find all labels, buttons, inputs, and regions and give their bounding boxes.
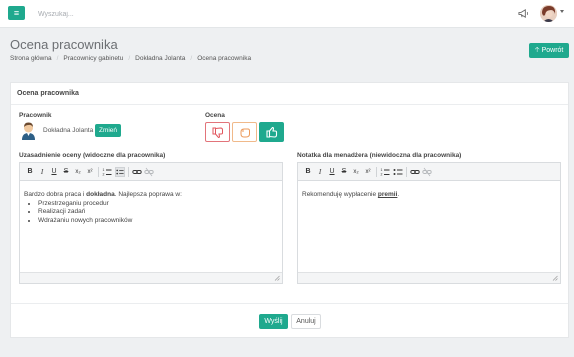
search-input[interactable]: [38, 9, 198, 19]
bullet-list-icon: [116, 169, 124, 175]
editor-toolbar: B I U S x₂ x² 12: [20, 163, 282, 181]
strikethrough-button[interactable]: S: [61, 167, 71, 177]
text-segment: Bardzo dobra praca i: [24, 191, 87, 198]
svg-text:2: 2: [103, 173, 105, 177]
link-button[interactable]: [410, 167, 420, 177]
italic-button[interactable]: I: [37, 167, 47, 177]
bullet-list-button[interactable]: [115, 167, 125, 177]
link-icon: [410, 170, 420, 174]
unlink-button[interactable]: [422, 167, 432, 177]
editor-statusbar: [20, 272, 282, 283]
rating-neutral-button[interactable]: [232, 122, 257, 142]
editor-toolbar: B I U S x₂ x² 12: [298, 163, 560, 181]
svg-text:2: 2: [381, 173, 383, 177]
megaphone-icon[interactable]: [518, 8, 529, 19]
bold-button[interactable]: B: [303, 167, 313, 177]
manager-note-label: Notatka dla menadżera (niewidoczna dla p…: [297, 152, 462, 159]
submit-button[interactable]: Wyślij: [259, 314, 288, 329]
employee-name: Dokładna Jolanta: [43, 127, 94, 134]
superscript-button[interactable]: x²: [363, 167, 373, 177]
breadcrumb: Strona główna / Pracownicy gabinetu / Dokład…: [10, 55, 252, 62]
superscript-button[interactable]: x²: [85, 167, 95, 177]
breadcrumb-home[interactable]: Strona główna: [10, 55, 52, 62]
list-item: Realizacji zadań: [38, 208, 278, 217]
toolbar-separator: [376, 167, 377, 177]
thumbs-up-icon: [266, 127, 278, 138]
manager-note-text[interactable]: Rekomenduję wypłacenie premii.: [302, 191, 556, 200]
card-title: Ocena pracownika: [17, 90, 79, 97]
breadcrumb-current: Ocena pracownika: [197, 55, 252, 62]
italic-button[interactable]: I: [315, 167, 325, 177]
unlink-icon: [422, 167, 432, 177]
text-segment: Rekomenduję wypłacenie: [302, 191, 378, 198]
unlink-icon: [144, 167, 154, 177]
toolbar-separator: [406, 167, 407, 177]
strikethrough-button[interactable]: S: [339, 167, 349, 177]
resize-grip-icon[interactable]: [274, 275, 280, 281]
svg-text:1: 1: [381, 168, 383, 172]
back-button-label: Powrót: [541, 47, 564, 54]
numbered-list-icon: 12: [103, 168, 112, 177]
link-button[interactable]: [132, 167, 142, 177]
employee-label: Pracownik: [19, 112, 52, 119]
back-button[interactable]: 🡡 Powrót: [529, 43, 569, 58]
change-employee-button[interactable]: Zmień: [95, 124, 121, 137]
numbered-list-button[interactable]: 12: [102, 167, 112, 177]
justification-editor[interactable]: B I U S x₂ x² 12 Bardzo dobra praca i do…: [19, 162, 283, 284]
toolbar-separator: [98, 167, 99, 177]
justification-label: Uzasadnienie oceny (widoczne dla pracown…: [19, 152, 166, 159]
list-item: Wdrażaniu nowych pracowników: [38, 217, 278, 226]
bold-underlined-text: premii: [377, 191, 398, 198]
numbered-list-button[interactable]: 12: [380, 167, 390, 177]
page-title: Ocena pracownika: [10, 37, 118, 52]
rating-positive-button[interactable]: [259, 122, 284, 142]
improvement-list: Przestrzeganiu procedur Realizacji zadań…: [38, 200, 278, 226]
unlink-button[interactable]: [144, 167, 154, 177]
top-bar: ≡: [0, 0, 574, 28]
bullet-list-button[interactable]: [393, 167, 403, 177]
thumbs-down-icon: [212, 127, 223, 138]
justification-text[interactable]: Bardzo dobra praca i dokładna. Najlepsza…: [24, 191, 278, 225]
breadcrumb-staff[interactable]: Pracownicy gabinetu: [63, 55, 123, 62]
hamburger-icon[interactable]: ≡: [8, 6, 25, 20]
cancel-button[interactable]: Anuluj: [291, 314, 321, 329]
bold-text: dokładna: [86, 191, 115, 198]
neutral-hand-icon: [240, 128, 250, 138]
breadcrumb-employee[interactable]: Dokładna Jolanta: [135, 55, 185, 62]
arrow-up-icon: 🡡: [534, 47, 540, 54]
underline-button[interactable]: U: [327, 167, 337, 177]
manager-note-paragraph: Rekomenduję wypłacenie premii.: [302, 191, 556, 200]
bullet-list-icon: [393, 169, 403, 175]
footer-divider: [11, 303, 568, 304]
resize-grip-icon[interactable]: [552, 275, 558, 281]
justification-paragraph: Bardzo dobra praca i dokładna. Najlepsza…: [24, 191, 278, 200]
text-segment: . Najlepsza poprawa w:: [114, 191, 182, 198]
evaluation-card: Ocena pracownika Pracownik Dokładna Jola…: [10, 82, 569, 338]
employee-avatar: [22, 122, 35, 140]
link-icon: [132, 170, 142, 174]
manager-note-editor[interactable]: B I U S x₂ x² 12 Rekomenduję wypłacenie …: [297, 162, 561, 284]
toolbar-separator: [128, 167, 129, 177]
numbered-list-icon: 12: [381, 168, 390, 177]
text-segment: .: [397, 191, 400, 198]
bold-button[interactable]: B: [25, 167, 35, 177]
list-item: Przestrzeganiu procedur: [38, 200, 278, 209]
rating-negative-button[interactable]: [205, 122, 230, 142]
rating-label: Ocena: [205, 112, 225, 119]
card-divider: [11, 104, 568, 105]
underline-button[interactable]: U: [49, 167, 59, 177]
chevron-down-icon[interactable]: [560, 10, 564, 13]
editor-statusbar: [298, 272, 560, 283]
subscript-button[interactable]: x₂: [351, 167, 361, 177]
svg-text:1: 1: [103, 168, 105, 172]
subscript-button[interactable]: x₂: [73, 167, 83, 177]
user-avatar[interactable]: [540, 5, 557, 22]
